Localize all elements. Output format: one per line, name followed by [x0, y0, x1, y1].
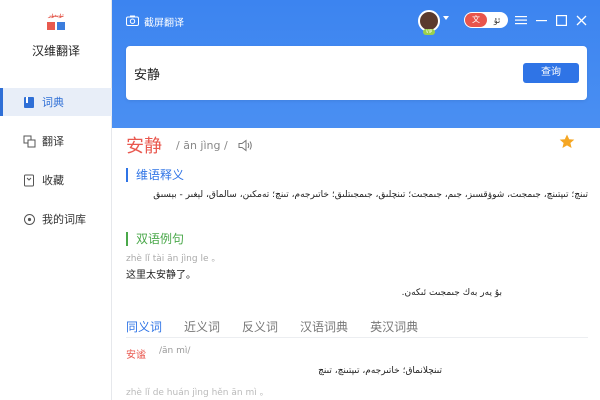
- lang-option-uyghur[interactable]: ئۇ: [487, 16, 507, 25]
- tab-english-chinese-dictionary[interactable]: 英汉词典: [370, 318, 418, 339]
- example-pinyin: zhè lǐ tài ān jìng le 。: [126, 254, 221, 264]
- sidebar-item-label: 词典: [42, 96, 64, 109]
- app-logo-icon: ئۇيغۇر: [45, 12, 67, 34]
- headword-pinyin: / ān jìng /: [176, 138, 228, 152]
- headword: 安静: [126, 136, 162, 157]
- chevron-down-icon[interactable]: [443, 16, 449, 20]
- sidebar-item-label: 收藏: [42, 174, 64, 187]
- synonym-pinyin: /ān mì/: [159, 346, 191, 356]
- result-panel: 安静 / ān jìng / 维语释义 تىنچ؛ تىپتىنچ، جىمجى…: [112, 128, 600, 400]
- tab-divider: [126, 337, 588, 338]
- sidebar-item-dictionary[interactable]: 词典: [0, 88, 112, 116]
- tab-chinese-dictionary[interactable]: 汉语词典: [300, 318, 348, 339]
- vip-badge: VIP: [423, 29, 435, 35]
- sidebar-item-my-library[interactable]: 我的词库: [0, 205, 112, 233]
- maximize-icon[interactable]: [552, 11, 570, 29]
- app-logo-block: ئۇيغۇر 汉维翻译: [0, 12, 112, 59]
- tab-antonyms[interactable]: 反义词: [242, 318, 278, 339]
- search-input[interactable]: [134, 60, 514, 86]
- lang-option-chinese[interactable]: 文: [465, 13, 487, 27]
- example-section-title: 双语例句: [126, 232, 184, 246]
- tab-near-synonyms[interactable]: 近义词: [184, 318, 220, 339]
- search-card: 查询: [126, 46, 587, 100]
- definition-section-title: 维语释义: [126, 168, 184, 182]
- close-icon[interactable]: [572, 11, 590, 29]
- bookmark-icon: [22, 173, 36, 187]
- example-uyghur: بۇ يەر بەك جىمجىت ئىكەن.: [401, 288, 502, 298]
- tab-bar: 同义词 近义词 反义词 汉语词典 英汉词典: [126, 318, 440, 339]
- sidebar-item-label: 翻译: [42, 135, 64, 148]
- synonym-uyghur: تىنچلانماق؛ خاتىرجەم، تىپتىنچ، تىنچ: [318, 366, 442, 376]
- sidebar: ئۇيغۇر 汉维翻译 词典 翻译 收藏 我的词库: [0, 0, 112, 400]
- translate-icon: [22, 134, 36, 148]
- library-icon: [22, 212, 36, 226]
- avatar[interactable]: VIP: [418, 10, 440, 35]
- synonym-example-pinyin: zhè lǐ de huán jìng hěn ān mì 。: [126, 388, 269, 398]
- tab-synonyms[interactable]: 同义词: [126, 318, 162, 339]
- headword-row: 安静 / ān jìng /: [126, 132, 254, 158]
- menu-icon[interactable]: [512, 11, 530, 29]
- sidebar-item-favorites[interactable]: 收藏: [0, 166, 112, 194]
- camera-icon: [126, 15, 139, 29]
- uyghur-definition: تىنچ؛ تىپتىنچ، جىمجىت، شوۋقسىز، جىم، جىم…: [153, 190, 588, 200]
- example-chinese: 这里太安静了。: [126, 270, 196, 281]
- sidebar-item-label: 我的词库: [42, 213, 86, 226]
- screenshot-translate-label: 截屏翻译: [144, 18, 184, 29]
- speaker-icon[interactable]: [238, 139, 254, 152]
- language-toggle[interactable]: 文 ئۇ: [464, 12, 508, 28]
- search-button[interactable]: 查询: [523, 63, 579, 83]
- synonym-word[interactable]: 安谧: [126, 346, 146, 361]
- app-title: 汉维翻译: [31, 44, 80, 58]
- minimize-icon[interactable]: [532, 11, 550, 29]
- sidebar-nav: 词典 翻译 收藏 我的词库: [0, 88, 112, 244]
- screenshot-translate-button[interactable]: 截屏翻译: [126, 14, 184, 29]
- star-icon[interactable]: [559, 134, 575, 153]
- book-icon: [22, 95, 36, 109]
- sidebar-item-translate[interactable]: 翻译: [0, 127, 112, 155]
